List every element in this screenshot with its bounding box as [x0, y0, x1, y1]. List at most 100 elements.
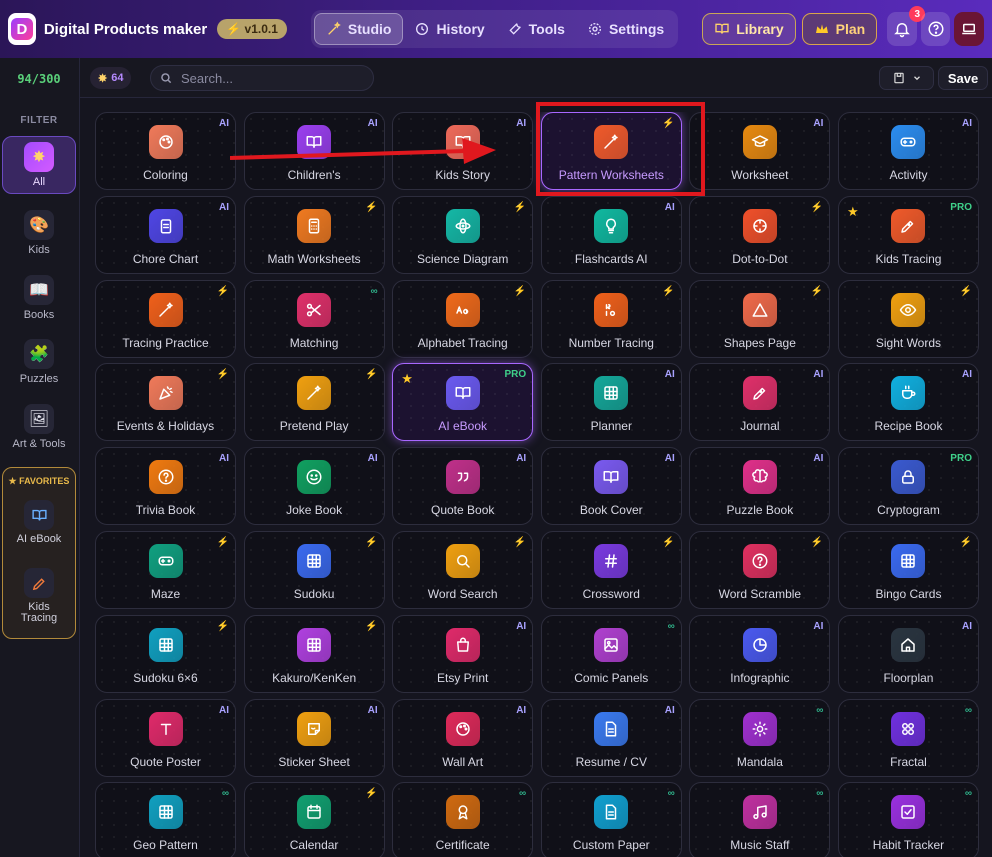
- tool-tag: ⚡: [365, 369, 378, 381]
- sidebar-item-all[interactable]: ✸ All: [2, 136, 76, 194]
- document-icon: [594, 711, 629, 746]
- plan-label: Plan: [835, 21, 866, 37]
- version-text: v1.0.1: [244, 22, 278, 36]
- tool-tile[interactable]: AI Quote Poster: [95, 698, 236, 777]
- tool-tile[interactable]: ⚡ Sudoku 6×6: [95, 614, 236, 693]
- sidebar-item-kids[interactable]: 🎨 Kids: [2, 204, 76, 262]
- tool-label: Planner: [590, 419, 632, 434]
- tool-tile[interactable]: ★ PRO AI eBook: [392, 363, 534, 442]
- tool-tile[interactable]: AI Planner: [540, 363, 682, 442]
- scissors-icon: [297, 292, 332, 327]
- tool-tile[interactable]: ∞ Matching: [243, 279, 385, 358]
- tool-tile[interactable]: AI Resume / CV: [540, 698, 682, 777]
- tool-tile[interactable]: AI Floorplan: [837, 614, 979, 693]
- type-icon: [148, 711, 183, 746]
- tool-tag: PRO: [504, 369, 527, 381]
- tool-tile[interactable]: ⚡ Sudoku: [243, 530, 385, 609]
- tool-tile[interactable]: ⚡ Number Tracing: [540, 279, 682, 358]
- search-input[interactable]: [181, 70, 361, 86]
- wrench-icon: [509, 23, 521, 35]
- favorite-kids-tracing[interactable]: Kids Tracing: [3, 568, 75, 624]
- help-button[interactable]: [920, 12, 951, 46]
- tool-tag: ⚡: [365, 620, 378, 632]
- tool-tile[interactable]: ⚡ Events & Holidays: [95, 363, 236, 442]
- tool-tile[interactable]: ⚡ Shapes Page: [689, 279, 831, 358]
- tool-tile[interactable]: ⚡ Sight Words: [837, 279, 979, 358]
- library-button[interactable]: Library: [702, 13, 796, 45]
- favorite-ai-ebook[interactable]: AI eBook: [3, 500, 75, 545]
- tool-label: Number Tracing: [568, 335, 654, 350]
- tool-tile[interactable]: ⚡ Bingo Cards: [837, 530, 979, 609]
- notifications-button[interactable]: 3: [887, 6, 926, 46]
- sidebar-item-puzzles[interactable]: 🧩 Puzzles: [2, 333, 76, 391]
- tool-tile[interactable]: AI Infographic: [689, 614, 831, 693]
- app-logo[interactable]: D: [8, 13, 36, 45]
- tool-tile[interactable]: PRO Cryptogram: [837, 447, 979, 526]
- tool-tile[interactable]: ⚡ Calendar: [243, 782, 385, 857]
- triangle-icon: [742, 292, 777, 327]
- tool-tag: ⚡: [216, 369, 229, 381]
- lock-icon: [891, 460, 926, 495]
- tool-tile[interactable]: ∞ Mandala: [689, 698, 831, 777]
- tool-tag: ⚡: [216, 536, 229, 548]
- tool-tile[interactable]: ∞ Habit Tracker: [837, 782, 979, 857]
- tool-tile[interactable]: AI Recipe Book: [837, 363, 979, 442]
- tool-tile[interactable]: AI Wall Art: [392, 698, 534, 777]
- device-button[interactable]: [954, 12, 984, 46]
- tool-tile[interactable]: ⚡ Crossword: [540, 530, 682, 609]
- book-icon: [24, 500, 54, 530]
- tool-label: Chore Chart: [132, 251, 199, 266]
- tool-tile[interactable]: ∞ Comic Panels: [540, 614, 682, 693]
- tool-tile[interactable]: ⚡ Kakuro/KenKen: [243, 614, 385, 693]
- tool-tile[interactable]: AI Etsy Print: [392, 614, 534, 693]
- tool-tile[interactable]: AI Activity: [837, 112, 979, 190]
- tool-tile[interactable]: AI Children's: [243, 112, 385, 190]
- tool-tile[interactable]: ⚡ Maze: [95, 530, 236, 609]
- tool-tile[interactable]: AI Coloring: [95, 112, 236, 190]
- tool-label: Children's: [287, 168, 341, 182]
- tool-tile[interactable]: AI Journal: [689, 363, 831, 442]
- tool-label: Sticker Sheet: [278, 754, 350, 769]
- save-button[interactable]: Save: [938, 66, 988, 90]
- tool-tile[interactable]: ⚡ Science Diagram: [392, 195, 534, 274]
- book-open-icon: [715, 23, 729, 34]
- tool-tile[interactable]: ∞ Fractal: [837, 698, 979, 777]
- credits-badge[interactable]: ✸ 64: [90, 67, 132, 89]
- plan-button[interactable]: Plan: [801, 13, 878, 45]
- tool-tile[interactable]: AI Worksheet: [689, 112, 831, 190]
- filter-label: FILTER: [20, 115, 58, 126]
- document-menu-button[interactable]: [879, 66, 934, 90]
- tool-tile[interactable]: ∞ Music Staff: [689, 782, 831, 857]
- search-box[interactable]: [150, 65, 374, 91]
- sidebar-item-art-tools[interactable]: 🖼 Art & Tools: [2, 398, 76, 456]
- tool-tile[interactable]: ∞ Custom Paper: [540, 782, 682, 857]
- tool-tile[interactable]: ⚡ Pretend Play: [243, 363, 385, 442]
- tool-tile[interactable]: AI Puzzle Book: [689, 447, 831, 526]
- tool-tile[interactable]: ⚡ Alphabet Tracing: [392, 279, 534, 358]
- tool-tile[interactable]: ⚡ Word Scramble: [689, 530, 831, 609]
- tool-tile[interactable]: ∞ Certificate: [392, 782, 534, 857]
- tool-tile[interactable]: ⚡ Math Worksheets: [243, 195, 385, 274]
- tool-tile[interactable]: AI Quote Book: [392, 447, 534, 526]
- tool-tile[interactable]: AI Flashcards AI: [540, 195, 682, 274]
- favorite-star-icon[interactable]: ★: [847, 204, 859, 220]
- favorite-star-icon[interactable]: ★: [401, 371, 413, 387]
- tool-tile[interactable]: AI Sticker Sheet: [243, 698, 385, 777]
- tool-tile[interactable]: AI Chore Chart: [95, 195, 236, 274]
- nav-tools[interactable]: Tools: [496, 13, 576, 45]
- tool-tile[interactable]: ⚡ Tracing Practice: [95, 279, 236, 358]
- tool-tile[interactable]: AI Joke Book: [243, 447, 385, 526]
- nav-studio[interactable]: Studio: [313, 13, 404, 45]
- tool-tile[interactable]: AI Kids Story: [392, 112, 534, 190]
- tool-tile[interactable]: AI Book Cover: [540, 447, 682, 526]
- sidebar-item-books[interactable]: 📖 Books: [2, 269, 76, 327]
- tool-tile[interactable]: ⚡ Pattern Worksheets: [540, 112, 682, 190]
- tool-tile[interactable]: ★ PRO Kids Tracing: [837, 195, 979, 274]
- tool-tile[interactable]: AI Trivia Book: [95, 447, 236, 526]
- tool-label: Geo Pattern: [133, 838, 198, 853]
- nav-history[interactable]: History: [403, 13, 495, 45]
- nav-settings[interactable]: Settings: [576, 13, 675, 45]
- tool-tile[interactable]: ∞ Geo Pattern: [95, 782, 236, 857]
- tool-tile[interactable]: ⚡ Dot-to-Dot: [689, 195, 831, 274]
- tool-tile[interactable]: ⚡ Word Search: [392, 530, 534, 609]
